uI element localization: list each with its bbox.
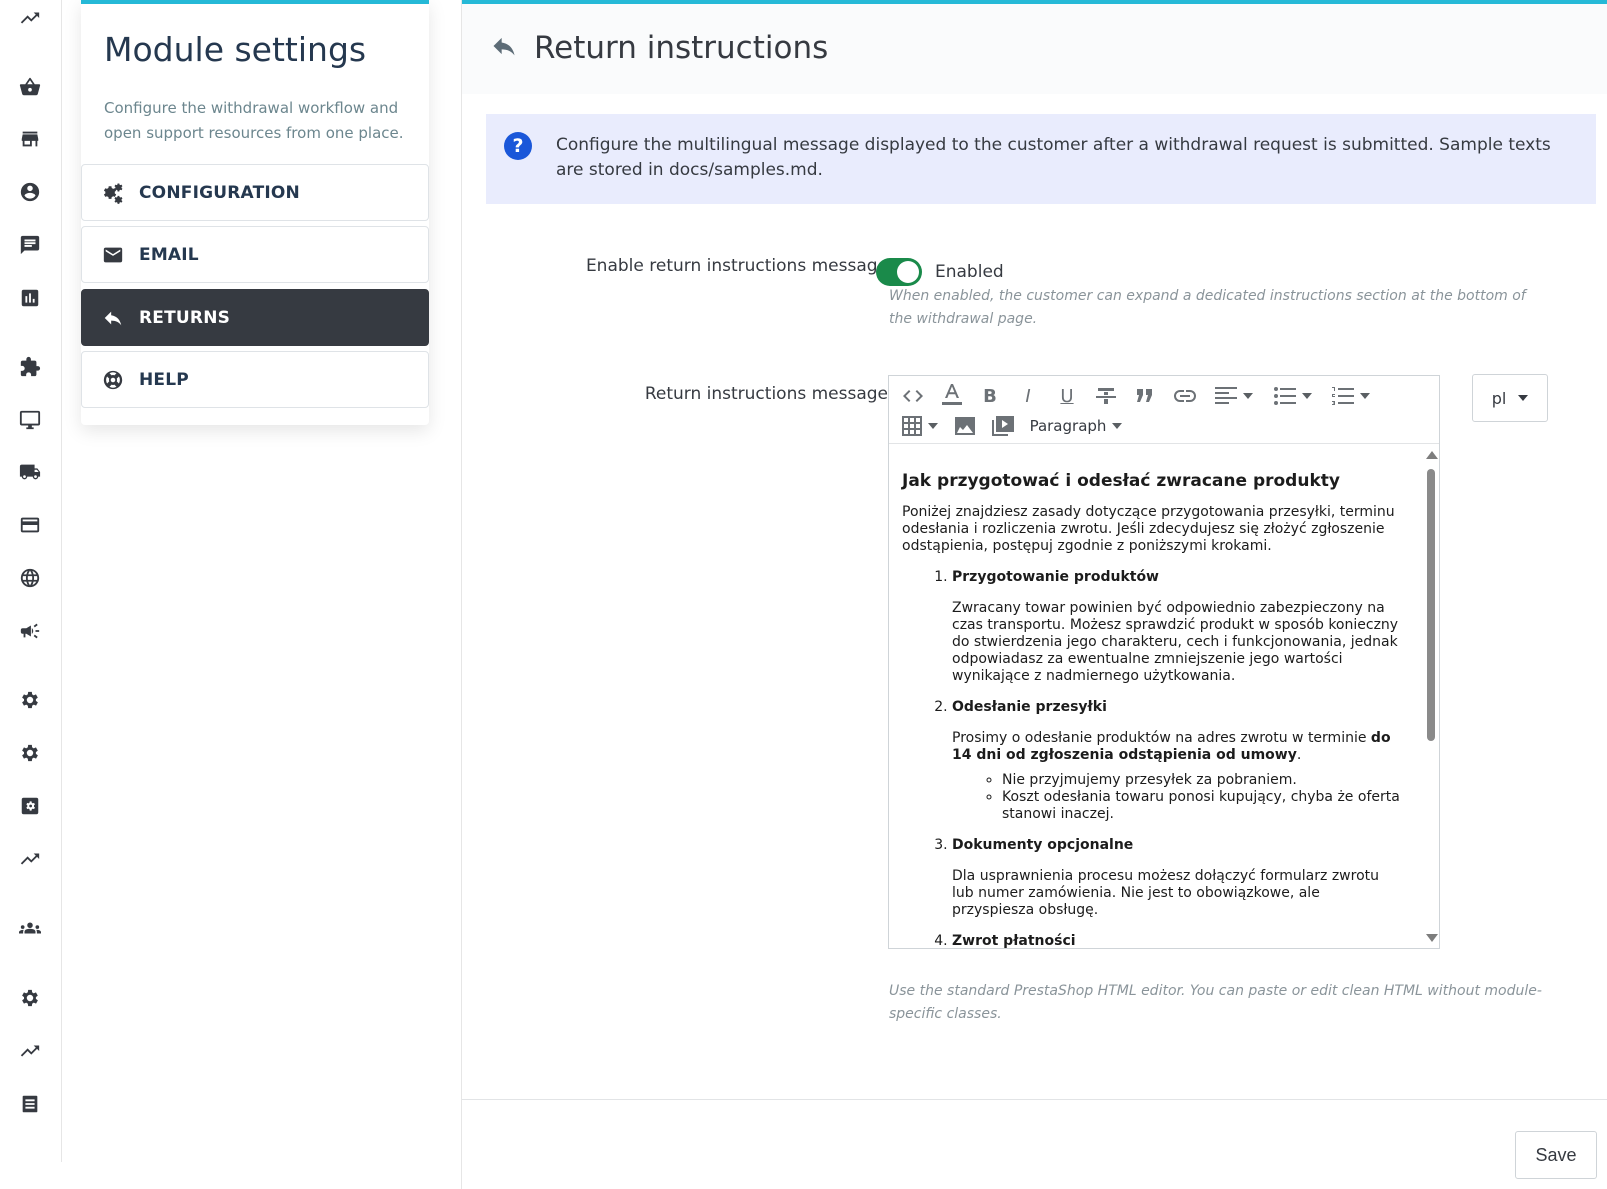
info-alert: ? Configure the multilingual message dis… (486, 114, 1596, 204)
nav-help[interactable]: HELP (81, 351, 429, 408)
italic-icon[interactable]: I (1017, 383, 1039, 409)
enable-help-text: When enabled, the customer can expand a … (889, 288, 1526, 327)
scroll-thumb[interactable] (1427, 469, 1435, 741)
toggle-knob (897, 261, 919, 283)
step-text: Prosimy o odesłanie produktów na adres z… (952, 730, 1404, 764)
language-select[interactable]: pl (1472, 374, 1548, 422)
step-text: Dla usprawnienia procesu możesz dołączyć… (952, 868, 1379, 918)
editor-toolbar: B I U Paragraph (889, 376, 1439, 444)
step-text-start: Prosimy o odesłanie produktów na adres z… (952, 730, 1371, 746)
scroll-up-arrow-icon[interactable] (1426, 451, 1438, 459)
list-item: Przygotowanie produktów Zwracany towar p… (952, 569, 1404, 685)
scroll-down-arrow-icon[interactable] (1426, 934, 1438, 942)
content-intro: Poniżej znajdziesz zasady dotyczące przy… (902, 504, 1395, 554)
nav-returns-label: RETURNS (139, 307, 231, 328)
list-item: Nie przyjmujemy przesyłek za pobraniem. (1002, 772, 1404, 789)
numbered-list-dropdown[interactable] (1329, 383, 1373, 409)
basket-icon[interactable] (17, 74, 43, 100)
enable-state-label: Enabled (935, 262, 1004, 282)
receipt-icon[interactable] (17, 1091, 43, 1117)
link-icon[interactable] (1172, 383, 1198, 409)
step-bullets: Nie przyjmujemy przesyłek za pobraniem. … (1002, 772, 1404, 823)
nav-configuration[interactable]: CONFIGURATION (81, 164, 429, 221)
message-label: Return instructions message (644, 384, 888, 404)
nav-email[interactable]: EMAIL (81, 226, 429, 283)
list-item: Odesłanie przesyłki Prosimy o odesłanie … (952, 699, 1404, 823)
account-icon[interactable] (17, 179, 43, 205)
list-item: Koszt odesłania towaru ponosi kupujący, … (1002, 789, 1404, 823)
desktop-icon[interactable] (17, 407, 43, 433)
envelope-icon (101, 243, 125, 267)
card-header: Return instructions (462, 4, 1607, 94)
format-select[interactable]: Paragraph (1029, 413, 1123, 439)
trending-up-icon[interactable] (17, 1038, 43, 1064)
nav-help-label: HELP (139, 369, 189, 390)
gear-icon[interactable] (17, 687, 43, 713)
module-settings-panel: Module settings Configure the withdrawal… (81, 0, 429, 425)
enable-toggle[interactable] (876, 258, 922, 286)
globe-icon[interactable] (17, 565, 43, 591)
store-icon[interactable] (17, 126, 43, 152)
panel-title: Module settings (104, 30, 367, 69)
group-icon[interactable] (17, 915, 43, 941)
bullet-list-dropdown[interactable] (1271, 383, 1315, 409)
megaphone-icon[interactable] (17, 618, 43, 644)
reply-icon (490, 32, 520, 62)
reply-icon (101, 306, 125, 330)
editor-help-text: Use the standard PrestaShop HTML editor.… (889, 983, 1542, 1022)
step-title: Odesłanie przesyłki (952, 699, 1107, 715)
media-icon[interactable] (991, 413, 1015, 439)
chat-icon[interactable] (17, 232, 43, 258)
text-color-icon[interactable] (939, 381, 965, 407)
bar-chart-icon[interactable] (17, 285, 43, 311)
trending-up-icon[interactable] (17, 5, 43, 31)
footer-divider (462, 1099, 1607, 1100)
admin-sidebar (0, 0, 62, 1162)
question-circle-icon: ? (504, 132, 532, 160)
gears-icon (101, 181, 125, 205)
bold-icon[interactable]: B (979, 383, 1001, 409)
nav-email-label: EMAIL (139, 244, 199, 265)
editor-content[interactable]: Jak przygotować i odesłać zwracane produ… (889, 445, 1424, 949)
puzzle-icon[interactable] (17, 354, 43, 380)
credit-card-icon[interactable] (17, 512, 43, 538)
card-title: Return instructions (534, 30, 829, 66)
format-select-value: Paragraph (1029, 417, 1107, 435)
settings-box-icon[interactable] (17, 793, 43, 819)
html-editor[interactable]: B I U Paragraph Jak przygotować i odesła… (888, 375, 1440, 949)
image-icon[interactable] (953, 413, 977, 439)
nav-configuration-label: CONFIGURATION (139, 182, 300, 203)
info-alert-text: Configure the multilingual message displ… (556, 135, 1551, 180)
editor-scrollbar[interactable] (1423, 445, 1439, 948)
step-text: Zwracany towar powinien być odpowiednio … (952, 600, 1399, 684)
nav-returns[interactable]: RETURNS (81, 289, 429, 346)
underline-icon[interactable]: U (1056, 383, 1078, 409)
step-title: Zwrot płatności (952, 933, 1076, 948)
trending-up-icon[interactable] (17, 846, 43, 872)
language-value: pl (1491, 388, 1507, 408)
content-heading: Jak przygotować i odesłać zwracane produ… (902, 471, 1340, 491)
step-title: Dokumenty opcjonalne (952, 837, 1134, 853)
align-dropdown[interactable] (1212, 383, 1256, 409)
step-text-end: . (1296, 747, 1302, 763)
truck-icon[interactable] (17, 459, 43, 485)
gear-icon[interactable] (17, 985, 43, 1011)
table-dropdown[interactable] (900, 413, 940, 439)
strikethrough-icon[interactable] (1094, 383, 1118, 409)
source-code-icon[interactable] (900, 383, 926, 409)
content-steps: Przygotowanie produktów Zwracany towar p… (952, 569, 1404, 948)
gear-icon[interactable] (17, 740, 43, 766)
list-item: Dokumenty opcjonalne Dla usprawnienia pr… (952, 837, 1404, 919)
save-button[interactable]: Save (1515, 1131, 1597, 1179)
step-title: Przygotowanie produktów (952, 569, 1159, 585)
panel-description: Configure the withdrawal workflow and op… (104, 99, 404, 142)
blockquote-icon[interactable] (1134, 383, 1156, 409)
return-instructions-card: Return instructions ? Configure the mult… (461, 0, 1607, 1189)
enable-label: Enable return instructions message (585, 256, 888, 276)
lifebuoy-icon (101, 368, 125, 392)
chevron-down-icon (1518, 395, 1529, 401)
list-item: Zwrot płatności (952, 933, 1404, 948)
